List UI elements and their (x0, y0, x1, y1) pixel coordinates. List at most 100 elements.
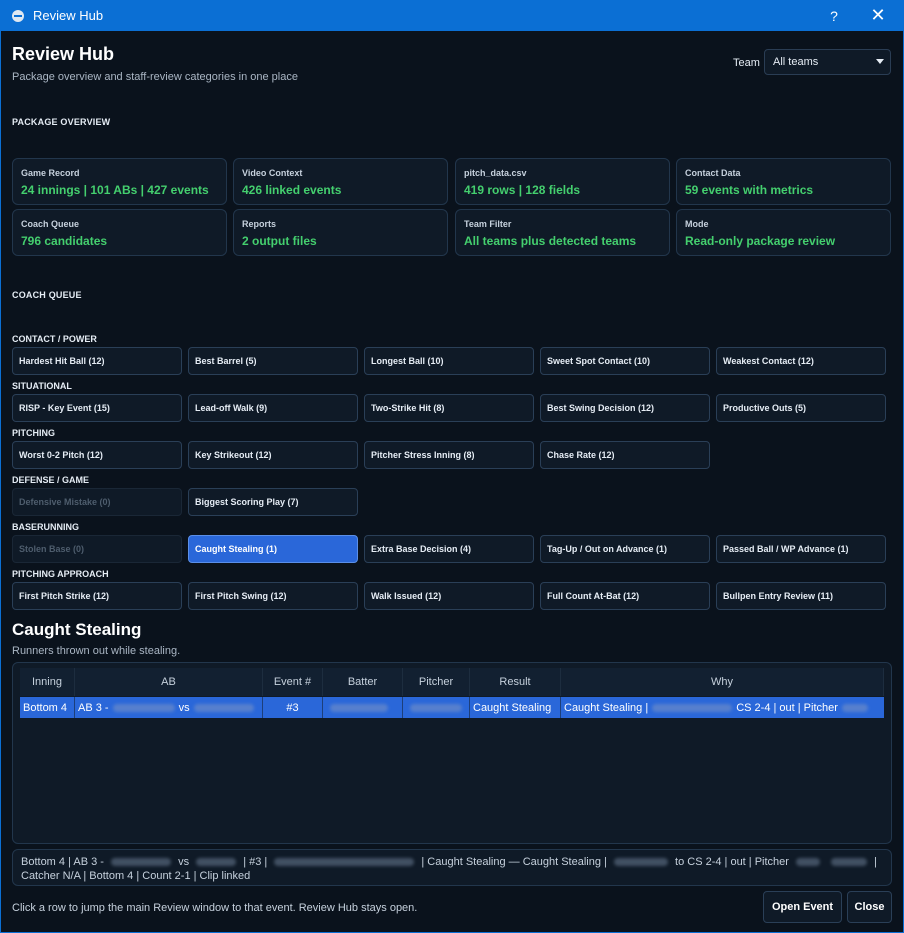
column-header[interactable]: Event # (263, 668, 323, 696)
redacted-name (196, 858, 237, 867)
queue-button[interactable]: Extra Base Decision (4) (364, 535, 534, 563)
redacted-name (193, 703, 254, 712)
overview-heading: PACKAGE OVERVIEW (12, 117, 111, 127)
title-bar: Review Hub ? ✕ (0, 0, 904, 31)
page-title: Review Hub (12, 44, 115, 64)
queue-button[interactable]: First Pitch Strike (12) (12, 582, 182, 610)
category-heading: PITCHING (12, 428, 56, 438)
overview-card: Contact Data 59 events with metrics (676, 158, 891, 205)
redacted-name (111, 858, 172, 867)
cell-ab: AB 3 - vs (75, 697, 263, 718)
queue-button[interactable]: First Pitch Swing (12) (188, 582, 358, 610)
queue-heading: COACH QUEUE (12, 290, 82, 300)
detail-subtitle: Runners thrown out while stealing. (12, 645, 181, 657)
window-title: Review Hub (33, 8, 104, 23)
table-header: Inning AB Event # Batter Pitcher Result … (20, 668, 884, 696)
queue-button[interactable]: Key Strikeout (12) (188, 441, 358, 469)
category-heading: SITUATIONAL (12, 381, 72, 391)
queue-button[interactable]: Passed Ball / WP Advance (1) (716, 535, 886, 563)
results-table: Inning AB Event # Batter Pitcher Result … (12, 662, 892, 844)
window-close-button[interactable]: ✕ (856, 0, 900, 31)
card-label: Contact Data (685, 168, 741, 178)
overview-card: Video Context 426 linked events (233, 158, 448, 205)
card-value: 796 candidates (21, 234, 108, 248)
open-event-button[interactable]: Open Event (763, 891, 842, 923)
card-value: Read-only package review (685, 234, 836, 248)
column-header[interactable]: Why (561, 668, 884, 696)
queue-button[interactable]: RISP - Key Event (15) (12, 394, 182, 422)
category-heading: CONTACT / POWER (12, 334, 97, 344)
column-header[interactable]: Pitcher (403, 668, 470, 696)
summary-text: to CS 2-4 | out | Pitcher (675, 856, 789, 868)
card-label: Team Filter (464, 219, 512, 229)
team-select[interactable]: All teams (764, 49, 891, 75)
cell-batter (323, 697, 403, 718)
column-header[interactable]: AB (75, 668, 263, 696)
redacted-name (410, 703, 462, 712)
queue-button[interactable]: Worst 0-2 Pitch (12) (12, 441, 182, 469)
table-row[interactable]: Bottom 4 AB 3 - vs #3 Caught Stealing Ca… (20, 697, 884, 718)
redacted-name (652, 703, 733, 712)
card-value: 2 output files (242, 234, 317, 248)
queue-button: Defensive Mistake (0) (12, 488, 182, 516)
card-value: 59 events with metrics (685, 183, 814, 197)
card-label: Mode (685, 219, 709, 229)
category-heading: DEFENSE / GAME (12, 475, 90, 485)
detail-title: Caught Stealing (12, 620, 142, 639)
card-value: 419 rows | 128 fields (464, 183, 581, 197)
page-subtitle: Package overview and staff-review catego… (12, 71, 298, 83)
queue-button[interactable]: Biggest Scoring Play (7) (188, 488, 358, 516)
cell-pitcher (403, 697, 470, 718)
overview-card: Reports 2 output files (233, 209, 448, 256)
queue-button[interactable]: Full Count At-Bat (12) (540, 582, 710, 610)
overview-card: Mode Read-only package review (676, 209, 891, 256)
column-header[interactable]: Batter (323, 668, 403, 696)
queue-button[interactable]: Chase Rate (12) (540, 441, 710, 469)
app-icon (12, 9, 24, 22)
queue-button[interactable]: Weakest Contact (12) (716, 347, 886, 375)
chevron-down-icon (876, 59, 884, 64)
why-mid: CS 2-4 | out | Pitcher (736, 701, 838, 714)
ab-vs: vs (178, 701, 190, 714)
queue-button[interactable]: Lead-off Walk (9) (188, 394, 358, 422)
selection-summary: Bottom 4 | AB 3 - vs | #3 | | Caught Ste… (12, 849, 892, 886)
card-value: 24 innings | 101 ABs | 427 events (21, 183, 209, 197)
cell-event: #3 (263, 697, 323, 718)
queue-button-active[interactable]: Caught Stealing (1) (188, 535, 358, 563)
queue-button[interactable]: Best Swing Decision (12) (540, 394, 710, 422)
column-header[interactable]: Inning (20, 668, 75, 696)
card-label: Reports (242, 219, 277, 229)
team-select-value: All teams (773, 56, 819, 68)
card-label: Video Context (242, 168, 303, 178)
summary-text: Bottom 4 | AB 3 - (21, 856, 104, 868)
queue-button[interactable]: Bullpen Entry Review (11) (716, 582, 886, 610)
column-header[interactable]: Result (470, 668, 561, 696)
queue-button[interactable]: Walk Issued (12) (364, 582, 534, 610)
card-label: Game Record (21, 168, 80, 178)
help-button[interactable]: ? (812, 0, 856, 31)
cell-result: Caught Stealing (470, 697, 561, 718)
redacted-name (330, 703, 388, 712)
queue-button[interactable]: Sweet Spot Contact (10) (540, 347, 710, 375)
summary-text: | Caught Stealing — Caught Stealing | (421, 856, 607, 868)
summary-text: vs (178, 856, 190, 868)
card-label: Coach Queue (21, 219, 80, 229)
card-value: 426 linked events (242, 183, 342, 197)
category-heading: BASERUNNING (12, 522, 80, 532)
redacted-name (274, 858, 415, 867)
close-button[interactable]: Close (847, 891, 892, 923)
overview-card: Team Filter All teams plus detected teams (455, 209, 670, 256)
queue-button[interactable]: Hardest Hit Ball (12) (12, 347, 182, 375)
team-label: Team (733, 57, 760, 69)
category-heading: PITCHING APPROACH (12, 569, 109, 579)
queue-button[interactable]: Tag-Up / Out on Advance (1) (540, 535, 710, 563)
summary-text: | #3 | (243, 856, 268, 868)
queue-button[interactable]: Longest Ball (10) (364, 347, 534, 375)
queue-button[interactable]: Pitcher Stress Inning (8) (364, 441, 534, 469)
redacted-name (112, 703, 175, 712)
queue-button[interactable]: Productive Outs (5) (716, 394, 886, 422)
redacted-name (831, 858, 868, 867)
redacted-name (613, 858, 668, 867)
queue-button[interactable]: Best Barrel (5) (188, 347, 358, 375)
queue-button[interactable]: Two-Strike Hit (8) (364, 394, 534, 422)
